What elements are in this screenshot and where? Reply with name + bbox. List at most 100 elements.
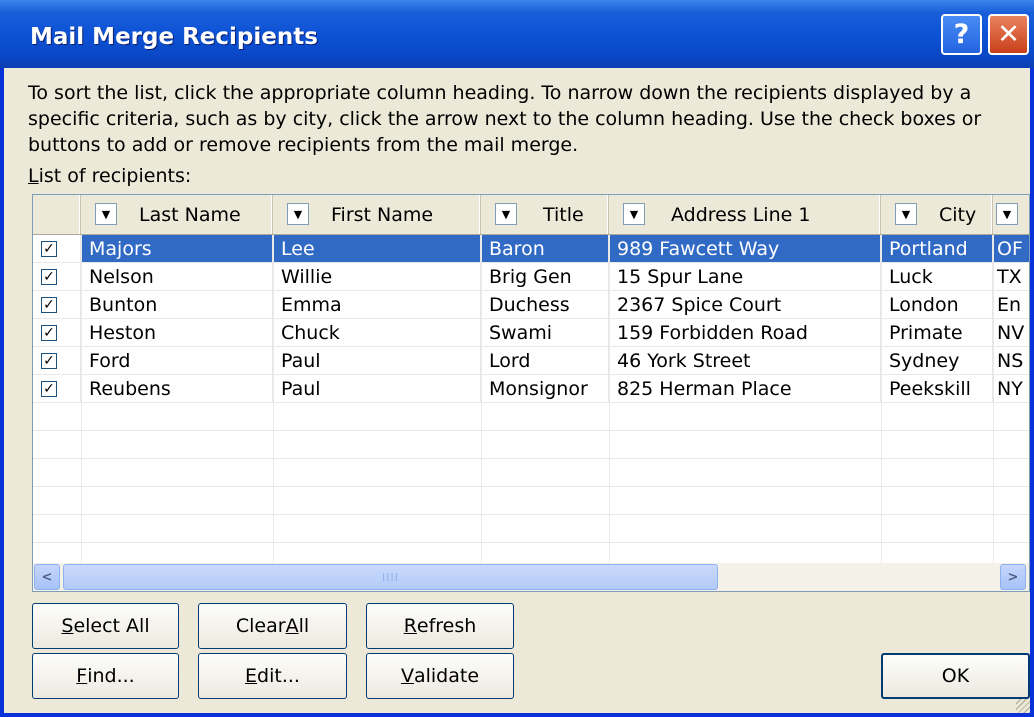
list-label-rest: ist of recipients:: [38, 165, 192, 187]
column-header-state[interactable]: ▼: [993, 195, 1029, 234]
cell-title: Duchess: [481, 291, 609, 319]
last-name-filter-dropdown-icon[interactable]: ▼: [95, 203, 117, 225]
clear-all-accel: A: [285, 615, 299, 637]
list-of-recipients-label: List of recipients:: [28, 165, 191, 187]
last-name-header-label: Last Name: [139, 204, 241, 226]
cell-last-name: Nelson: [81, 263, 273, 291]
include-checkbox[interactable]: ✓: [41, 325, 57, 341]
column-divider: [881, 235, 882, 575]
edit-accel: E: [245, 665, 258, 687]
column-header-title[interactable]: ▼ Title: [481, 195, 609, 234]
include-checkbox[interactable]: ✓: [41, 297, 57, 313]
row-checkbox-cell: ✓: [33, 263, 81, 291]
cell-address: 989 Fawcett Way: [609, 235, 881, 263]
scrollbar-thumb[interactable]: IIII: [63, 564, 718, 590]
include-checkbox[interactable]: ✓: [41, 269, 57, 285]
refresh-button[interactable]: Refresh: [366, 603, 514, 649]
first-name-header-label: First Name: [331, 204, 434, 226]
cell-title: Baron: [481, 235, 609, 263]
validate-button[interactable]: Validate: [366, 653, 514, 699]
first-name-filter-dropdown-icon[interactable]: ▼: [287, 203, 309, 225]
edit-label: dit...: [257, 665, 300, 687]
checkbox-column-header: [33, 195, 81, 234]
include-checkbox[interactable]: ✓: [41, 353, 57, 369]
find-button[interactable]: Find...: [32, 653, 179, 699]
refresh-label: efresh: [416, 615, 477, 637]
row-checkbox-cell: ✓: [33, 319, 81, 347]
column-divider: [993, 235, 994, 575]
include-checkbox[interactable]: ✓: [41, 381, 57, 397]
cell-city: Sydney: [881, 347, 993, 375]
close-button[interactable]: ✕: [988, 14, 1029, 55]
cell-first-name: Chuck: [273, 319, 481, 347]
cell-address: 15 Spur Lane: [609, 263, 881, 291]
cell-address: 46 York Street: [609, 347, 881, 375]
close-icon: ✕: [997, 19, 1020, 50]
cell-last-name: Heston: [81, 319, 273, 347]
select-all-button[interactable]: Select All: [32, 603, 179, 649]
column-header-address-line-1[interactable]: ▼ Address Line 1: [609, 195, 881, 234]
cell-last-name: Majors: [81, 235, 273, 263]
refresh-accel: R: [403, 615, 417, 637]
column-divider: [81, 235, 82, 575]
find-label: ind...: [87, 665, 135, 687]
cell-state: En: [993, 291, 1029, 319]
city-header-label: City: [939, 204, 977, 226]
horizontal-scrollbar[interactable]: < IIII >: [33, 563, 1029, 591]
clear-all-label-pre: Clear: [235, 615, 286, 637]
column-divider: [609, 235, 610, 575]
validate-label: alidate: [413, 665, 480, 687]
cell-state: NY: [993, 375, 1029, 403]
include-checkbox[interactable]: ✓: [41, 241, 57, 257]
clear-all-label: ll: [298, 615, 310, 637]
row-checkbox-cell: ✓: [33, 375, 81, 403]
cell-address: 159 Forbidden Road: [609, 319, 881, 347]
title-bar[interactable]: Mail Merge Recipients ? ✕: [0, 0, 1034, 68]
cell-title: Brig Gen: [481, 263, 609, 291]
address-header-label: Address Line 1: [671, 204, 811, 226]
grid-header: ▼ Last Name ▼ First Name ▼ Title ▼ Addre…: [33, 195, 1029, 235]
mail-merge-dialog: Mail Merge Recipients ? ✕ To sort the li…: [0, 0, 1034, 717]
column-header-last-name[interactable]: ▼ Last Name: [81, 195, 273, 234]
resize-grip-icon[interactable]: [1016, 699, 1030, 713]
ok-button[interactable]: OK: [881, 653, 1030, 699]
scroll-left-icon[interactable]: <: [34, 564, 60, 590]
column-header-city[interactable]: ▼ City: [881, 195, 993, 234]
city-filter-dropdown-icon[interactable]: ▼: [895, 203, 917, 225]
cell-first-name: Paul: [273, 375, 481, 403]
cell-first-name: Willie: [273, 263, 481, 291]
scroll-right-icon[interactable]: >: [1000, 564, 1026, 590]
cell-address: 825 Herman Place: [609, 375, 881, 403]
cell-title: Lord: [481, 347, 609, 375]
select-all-label: elect All: [73, 615, 150, 637]
cell-last-name: Reubens: [81, 375, 273, 403]
cell-state: TX: [993, 263, 1029, 291]
cell-city: Primate: [881, 319, 993, 347]
dialog-title: Mail Merge Recipients: [30, 24, 318, 50]
column-divider: [273, 235, 274, 575]
instructions-text: To sort the list, click the appropriate …: [28, 82, 982, 156]
cell-city: Portland: [881, 235, 993, 263]
row-checkbox-cell: ✓: [33, 291, 81, 319]
cell-last-name: Bunton: [81, 291, 273, 319]
column-header-first-name[interactable]: ▼ First Name: [273, 195, 481, 234]
validate-accel: V: [400, 665, 414, 687]
cell-first-name: Paul: [273, 347, 481, 375]
cell-first-name: Emma: [273, 291, 481, 319]
help-button[interactable]: ?: [941, 14, 982, 55]
edit-button[interactable]: Edit...: [198, 653, 347, 699]
cell-state: NV: [993, 319, 1029, 347]
state-filter-dropdown-icon[interactable]: ▼: [996, 203, 1018, 225]
recipients-grid[interactable]: ▼ Last Name ▼ First Name ▼ Title ▼ Addre…: [32, 194, 1030, 592]
column-divider: [481, 235, 482, 575]
cell-city: Luck: [881, 263, 993, 291]
select-all-accel: S: [61, 615, 74, 637]
title-filter-dropdown-icon[interactable]: ▼: [495, 203, 517, 225]
cell-state: NS: [993, 347, 1029, 375]
row-checkbox-cell: ✓: [33, 347, 81, 375]
help-icon: ?: [953, 19, 970, 50]
cell-state: OF: [993, 235, 1029, 263]
address-filter-dropdown-icon[interactable]: ▼: [623, 203, 645, 225]
cell-title: Swami: [481, 319, 609, 347]
clear-all-button[interactable]: Clear All: [198, 603, 347, 649]
